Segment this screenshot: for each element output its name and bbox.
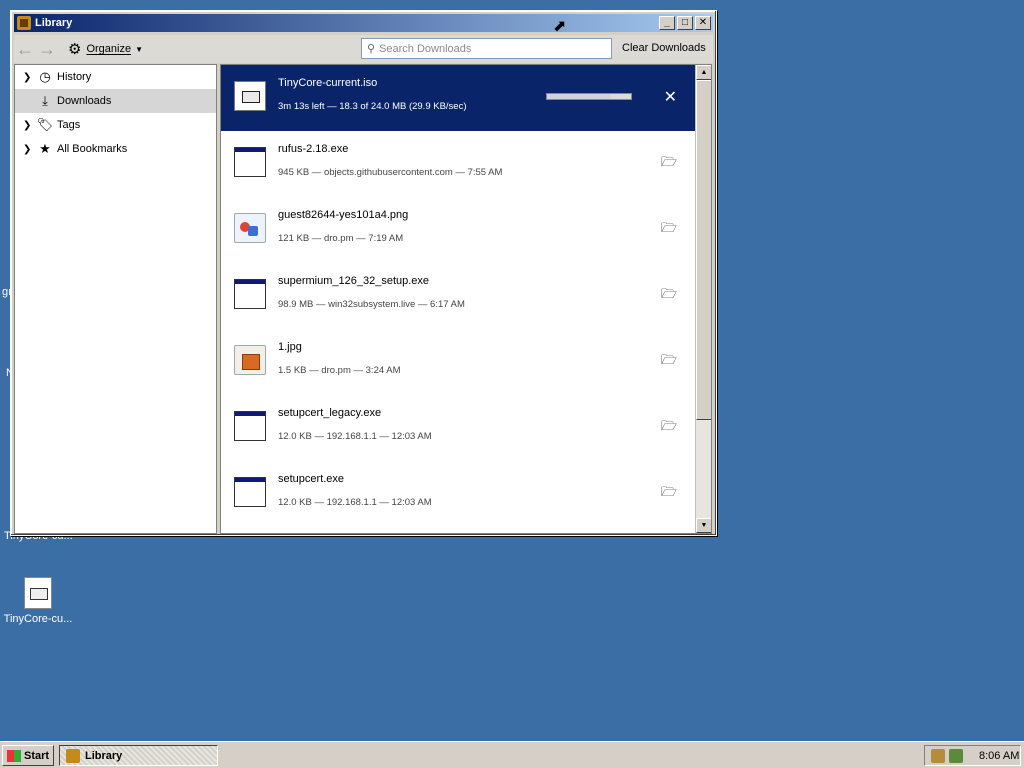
exe-file-icon — [234, 411, 266, 441]
mouse-cursor-icon: ⬈ — [553, 18, 567, 35]
download-details: 945 KB — objects.githubusercontent.com —… — [278, 167, 503, 178]
organize-button[interactable]: ⚙ Organize ▼ — [68, 40, 143, 58]
clear-downloads-button[interactable]: Clear Downloads — [622, 42, 706, 54]
folder-icon[interactable]: 🗁 — [661, 219, 677, 241]
arrow-right-icon[interactable]: → — [36, 39, 58, 60]
library-app-icon — [17, 16, 31, 30]
sidebar-item-label: Tags — [57, 119, 81, 131]
start-button[interactable]: Start — [2, 745, 54, 766]
folder-icon[interactable]: 🗁 — [661, 483, 677, 505]
download-filename: setupcert_legacy.exe — [278, 407, 382, 419]
sidebar-item-history[interactable]: ❯ ◷ History — [15, 65, 216, 89]
download-progress-bar — [546, 93, 632, 100]
download-item[interactable]: guest82644-yes101a4.png 121 KB — dro.pm … — [221, 197, 697, 263]
gear-icon: ⚙ — [68, 41, 82, 58]
iso-file-icon — [234, 81, 266, 111]
folder-icon[interactable]: 🗁 — [661, 351, 677, 373]
window-controls: _ □ ✕ — [659, 16, 711, 30]
desktop-icon-tinycore[interactable]: TinyCore-cu... — [0, 577, 76, 625]
download-item-active[interactable]: TinyCore-current.iso 3m 13s left — 18.3 … — [221, 65, 697, 131]
download-icon: ⤓ — [42, 93, 48, 108]
exe-file-icon — [234, 477, 266, 507]
jpg-file-icon — [234, 345, 266, 375]
download-details: 98.9 MB — win32subsystem.live — 6:17 AM — [278, 299, 465, 310]
download-details: 12.0 KB — 192.168.1.1 — 12:03 AM — [278, 431, 432, 442]
minimize-button[interactable]: _ — [659, 16, 675, 30]
download-item[interactable]: 1.jpg 1.5 KB — dro.pm — 3:24 AM 🗁 — [221, 329, 697, 395]
folder-icon[interactable]: 🗁 — [661, 417, 677, 439]
download-filename: 1.jpg — [278, 341, 302, 353]
desktop-icon-label: TinyCore-cu... — [3, 613, 73, 625]
taskbar-button-label: Library — [85, 749, 123, 762]
download-progress-fill — [547, 94, 611, 99]
sidebar-item-label: Downloads — [57, 95, 112, 107]
png-file-icon — [234, 213, 266, 243]
toolbar: ← → ⚙ Organize ▼ ⚲ Clear Downloads — [14, 35, 713, 63]
download-filename: rufus-2.18.exe — [278, 143, 349, 155]
search-icon: ⚲ — [367, 43, 376, 55]
system-tray: 8:06 AM — [924, 745, 1021, 766]
folder-icon[interactable]: 🗁 — [661, 285, 677, 307]
title-bar[interactable]: Library _ □ ✕ — [14, 14, 713, 32]
exe-file-icon — [234, 147, 266, 177]
window-title: Library — [35, 17, 73, 29]
downloads-pane: TinyCore-current.iso 3m 13s left — 18.3 … — [220, 64, 712, 534]
chevron-down-icon: ▼ — [135, 44, 144, 54]
download-status: 3m 13s left — 18.3 of 24.0 MB (29.9 KB/s… — [278, 101, 467, 112]
start-label: Start — [24, 749, 50, 762]
download-details: 12.0 KB — 192.168.1.1 — 12:03 AM — [278, 497, 432, 508]
chevron-right-icon[interactable]: ❯ — [23, 144, 35, 155]
iso-file-icon — [24, 577, 52, 609]
cancel-download-button[interactable]: ✕ — [664, 87, 677, 107]
windows-flag-icon — [7, 749, 21, 762]
download-filename: guest82644-yes101a4.png — [278, 209, 409, 221]
chevron-right-icon[interactable]: ❯ — [23, 72, 35, 83]
tray-app-icon[interactable] — [931, 748, 945, 763]
search-input[interactable] — [379, 42, 600, 55]
arrow-left-icon[interactable]: ← — [14, 39, 36, 60]
download-item[interactable]: supermium_126_32_setup.exe 98.9 MB — win… — [221, 263, 697, 329]
sidebar-item-label: History — [57, 71, 92, 83]
download-filename: TinyCore-current.iso — [278, 77, 378, 89]
taskbar-button-library[interactable]: Library — [59, 745, 218, 766]
tray-network-icon[interactable] — [949, 748, 963, 763]
scroll-down-button[interactable]: ▼ — [696, 518, 711, 533]
download-details: 1.5 KB — dro.pm — 3:24 AM — [278, 365, 401, 376]
taskbar: Start Library 8:06 AM — [0, 741, 1024, 768]
scrollbar-thumb[interactable] — [696, 80, 711, 420]
downloads-list: TinyCore-current.iso 3m 13s left — 18.3 … — [221, 65, 697, 527]
download-item[interactable]: setupcert.exe 12.0 KB — 192.168.1.1 — 12… — [221, 461, 697, 527]
exe-file-icon — [234, 279, 266, 309]
library-app-icon — [66, 748, 80, 763]
star-icon: ★ — [39, 141, 51, 156]
sidebar-item-label: All Bookmarks — [57, 143, 128, 155]
download-item[interactable]: setupcert_legacy.exe 12.0 KB — 192.168.1… — [221, 395, 697, 461]
clock[interactable]: 8:06 AM — [979, 750, 1019, 762]
download-details: 121 KB — dro.pm — 7:19 AM — [278, 233, 404, 244]
organize-label: Organize — [86, 43, 132, 55]
library-window: Library _ □ ✕ ← → ⚙ Organize ▼ ⚲ Clear D… — [10, 10, 717, 536]
search-box[interactable]: ⚲ — [361, 38, 612, 59]
download-filename: supermium_126_32_setup.exe — [278, 275, 430, 287]
sidebar-item-all-bookmarks[interactable]: ❯ ★ All Bookmarks — [15, 137, 216, 161]
download-item[interactable]: rufus-2.18.exe 945 KB — objects.githubus… — [221, 131, 697, 197]
folder-icon[interactable]: 🗁 — [661, 153, 677, 175]
download-filename: setupcert.exe — [278, 473, 345, 485]
chevron-right-icon[interactable]: ❯ — [23, 120, 35, 131]
vertical-scrollbar[interactable]: ▲ ▼ — [695, 65, 711, 533]
clock-icon: ◷ — [39, 69, 51, 84]
close-button[interactable]: ✕ — [695, 16, 711, 30]
sidebar-item-tags[interactable]: ❯ 🏷 Tags — [15, 113, 216, 137]
sidebar: ❯ ◷ History ❯ ⤓ Downloads ❯ 🏷 Tags ❯ ★ A… — [14, 64, 217, 534]
scroll-up-button[interactable]: ▲ — [696, 65, 711, 80]
maximize-button[interactable]: □ — [677, 16, 693, 30]
tag-icon: 🏷 — [36, 117, 54, 132]
sidebar-item-downloads[interactable]: ❯ ⤓ Downloads — [15, 89, 216, 113]
